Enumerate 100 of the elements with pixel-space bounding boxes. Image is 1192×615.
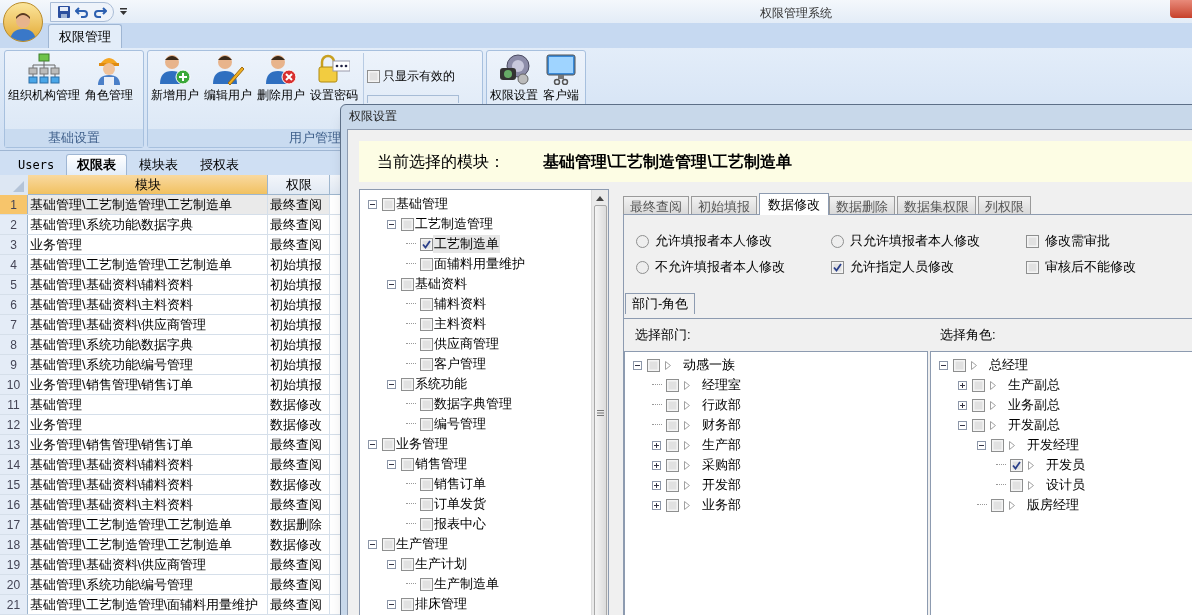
redo-icon[interactable] [93, 4, 107, 19]
expand-toggle[interactable] [958, 380, 967, 390]
row-header[interactable]: 5 [0, 275, 28, 294]
expand-toggle[interactable] [387, 559, 396, 569]
row-header[interactable]: 9 [0, 355, 28, 374]
tree-item[interactable]: 业务副总 [1007, 396, 1061, 414]
ribbon-button[interactable]: 新增用户 [149, 53, 201, 103]
checkbox[interactable] [401, 597, 414, 611]
tree-item[interactable]: 系统功能 [414, 375, 468, 393]
tree-item[interactable]: 业务管理 [395, 435, 449, 453]
checkbox[interactable] [420, 257, 433, 271]
tree-item[interactable]: 开发副总 [1007, 416, 1061, 434]
checkbox[interactable] [991, 438, 1004, 452]
tree-item[interactable]: 销售管理 [414, 455, 468, 473]
checkbox[interactable] [401, 217, 414, 231]
checkbox[interactable] [382, 437, 395, 451]
ribbon-button[interactable]: 角色管理 [83, 53, 135, 103]
checkbox[interactable] [666, 498, 679, 512]
checkbox[interactable] [420, 237, 433, 251]
expand-toggle[interactable] [652, 440, 661, 450]
tree-item[interactable]: 总经理 [988, 356, 1029, 374]
save-icon[interactable] [57, 4, 71, 19]
tree-item[interactable]: 工艺制造单 [433, 235, 500, 253]
row-header[interactable]: 20 [0, 575, 28, 594]
checkbox[interactable] [666, 378, 679, 392]
checkbox[interactable] [666, 398, 679, 412]
checkbox[interactable] [991, 498, 1004, 512]
checkbox[interactable] [401, 557, 414, 571]
ribbon-button[interactable]: 设置密码 [308, 53, 360, 103]
sheet-tab[interactable]: Users [8, 154, 65, 175]
checkbox[interactable] [420, 477, 433, 491]
tree-item[interactable]: 基础管理 [395, 195, 449, 213]
ribbon-button[interactable]: 客户端 [541, 53, 581, 103]
checkbox[interactable] [420, 337, 433, 351]
expand-toggle[interactable] [387, 379, 396, 389]
checkbox[interactable] [420, 357, 433, 371]
tree-item[interactable]: 业务部 [701, 496, 742, 514]
expand-toggle[interactable] [387, 219, 396, 229]
radio-button[interactable] [636, 260, 649, 274]
checkbox[interactable] [666, 438, 679, 452]
tree-item[interactable]: 编号管理 [433, 415, 487, 433]
tree-item[interactable]: 行政部 [701, 396, 742, 414]
checkbox[interactable] [420, 417, 433, 431]
tree-item[interactable]: 生产计划 [414, 555, 468, 573]
radio-option[interactable]: 只允许填报者本人修改 [831, 231, 1026, 251]
checkbox[interactable] [972, 378, 985, 392]
row-header[interactable]: 17 [0, 515, 28, 534]
radio-button[interactable] [831, 234, 844, 248]
checkbox[interactable] [420, 297, 433, 311]
checkbox[interactable] [1026, 234, 1039, 248]
row-header[interactable]: 1 [0, 195, 28, 214]
checkbox[interactable] [420, 317, 433, 331]
checkbox[interactable] [953, 358, 966, 372]
tree-item[interactable]: 客户管理 [433, 355, 487, 373]
expand-toggle[interactable] [387, 279, 396, 289]
checkbox[interactable] [972, 418, 985, 432]
tree-item[interactable]: 订单发货 [433, 495, 487, 513]
expand-toggle[interactable] [387, 599, 396, 609]
close-button[interactable] [1170, 0, 1192, 18]
tree-item[interactable]: 经理室 [701, 376, 742, 394]
filter-checkbox[interactable]: 只显示有效的 [367, 67, 459, 85]
row-header[interactable]: 3 [0, 235, 28, 254]
checkbox-option[interactable]: 审核后不能修改 [1026, 257, 1192, 277]
checkbox-option[interactable]: 修改需审批 [1026, 231, 1192, 251]
tree-item[interactable]: 排床管理 [414, 595, 468, 613]
radio-option[interactable]: 不允许填报者本人修改 [636, 257, 831, 277]
tree-item[interactable]: 生产制造单 [433, 575, 500, 593]
expand-toggle[interactable] [652, 460, 661, 470]
tree-item[interactable]: 报表中心 [433, 515, 487, 533]
customize-dropdown-icon[interactable] [120, 7, 127, 16]
checkbox[interactable] [382, 537, 395, 551]
checkbox[interactable] [420, 517, 433, 531]
tree-item[interactable]: 供应商管理 [433, 335, 500, 353]
sheet-tab[interactable]: 模块表 [129, 154, 189, 175]
sub-tab[interactable]: 部门-角色 [625, 293, 696, 314]
undo-icon[interactable] [75, 4, 89, 19]
row-header[interactable]: 10 [0, 375, 28, 394]
tree-item[interactable]: 动感一族 [682, 356, 736, 374]
checkbox[interactable] [1010, 478, 1023, 492]
sheet-tab[interactable]: 权限表 [66, 154, 128, 175]
tree-item[interactable]: 销售订单 [433, 475, 487, 493]
tree-item[interactable]: 生产部 [701, 436, 742, 454]
row-header[interactable]: 19 [0, 555, 28, 574]
checkbox-option[interactable]: 允许指定人员修改 [831, 257, 1026, 277]
expand-toggle[interactable] [652, 500, 661, 510]
scrollbar-thumb[interactable] [593, 204, 607, 615]
scrollbar[interactable] [591, 190, 608, 615]
tree-item[interactable]: 采购部 [701, 456, 742, 474]
checkbox[interactable] [1026, 260, 1039, 274]
row-header[interactable]: 8 [0, 335, 28, 354]
expand-toggle[interactable] [977, 440, 986, 450]
expand-toggle[interactable] [368, 539, 377, 549]
row-header[interactable]: 14 [0, 455, 28, 474]
checkbox[interactable] [420, 497, 433, 511]
ribbon-tab[interactable]: 权限管理 [48, 24, 122, 48]
checkbox[interactable] [666, 458, 679, 472]
expand-toggle[interactable] [387, 459, 396, 469]
tree-item[interactable]: 辅料资料 [433, 295, 487, 313]
row-header[interactable]: 6 [0, 295, 28, 314]
checkbox[interactable] [401, 377, 414, 391]
